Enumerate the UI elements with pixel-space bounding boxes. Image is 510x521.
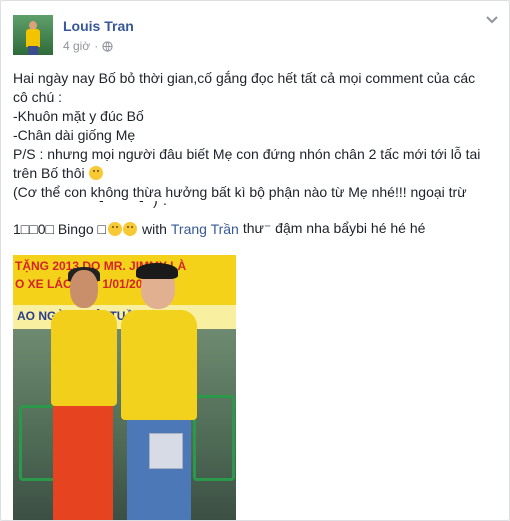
photo-banner: TẶNG 2013 DO MR. JIMMY LÀ O XE LÁC HAY 1… — [13, 255, 236, 305]
photo-person — [121, 310, 197, 420]
post-card: Louis Tran 4 giờ · Hai ngày nay Bố bỏ th… — [0, 0, 510, 521]
smiley-emoji-icon — [122, 221, 137, 236]
post-line: -Khuôn mặt y đúc Bố — [13, 108, 144, 124]
tag-prefix: 1□□0□ Bingo □ — [13, 220, 106, 237]
post-meta: 4 giờ · — [63, 39, 113, 53]
author-name[interactable]: Louis Tran — [63, 18, 134, 34]
tag-with: with — [141, 220, 167, 237]
photo-book — [149, 433, 183, 469]
tag-line: 1□□0□ Bingo □ with Trang Trần thư⁻ đậm n… — [13, 220, 425, 237]
post-line-text: trên Bố thôi — [13, 165, 85, 181]
post-timestamp[interactable]: 4 giờ — [63, 39, 90, 53]
tagged-user-link[interactable]: Trang Trần — [171, 221, 239, 237]
post-line: trên Bố thôi — [13, 164, 493, 183]
photo-person — [136, 263, 178, 279]
post-body: Hai ngày nay Bố bỏ thời gian,cố gắng đọc… — [13, 69, 493, 202]
post-photo[interactable]: TẶNG 2013 DO MR. JIMMY LÀ O XE LÁC HAY 1… — [13, 255, 236, 520]
globe-icon[interactable] — [102, 40, 113, 52]
smiley-emoji-icon — [88, 166, 103, 180]
meta-separator: · — [94, 39, 99, 53]
post-line: Hai ngày nay Bố bỏ thời gian,cố gắng đọc… — [13, 70, 476, 86]
photo-person — [53, 402, 113, 520]
author-avatar[interactable] — [13, 15, 53, 55]
clipped-line: --.) — [13, 201, 493, 211]
chevron-down-icon[interactable] — [485, 15, 499, 25]
post-line: P/S : nhưng mọi người đâu biết Mẹ con đứ… — [13, 146, 481, 162]
smiley-emoji-icon — [107, 221, 122, 236]
post-line: cô chú : — [13, 89, 63, 105]
tag-suffix: thư⁻ đậm nha bẩybi hé hé hé — [242, 220, 426, 236]
post-line: (Cơ thể con không thừa hưởng bất kì bộ p… — [13, 184, 467, 200]
photo-person — [51, 310, 117, 406]
photo-person — [70, 270, 98, 308]
post-line: -Chân dài giống Mẹ — [13, 127, 136, 143]
photo-cart — [193, 395, 235, 481]
